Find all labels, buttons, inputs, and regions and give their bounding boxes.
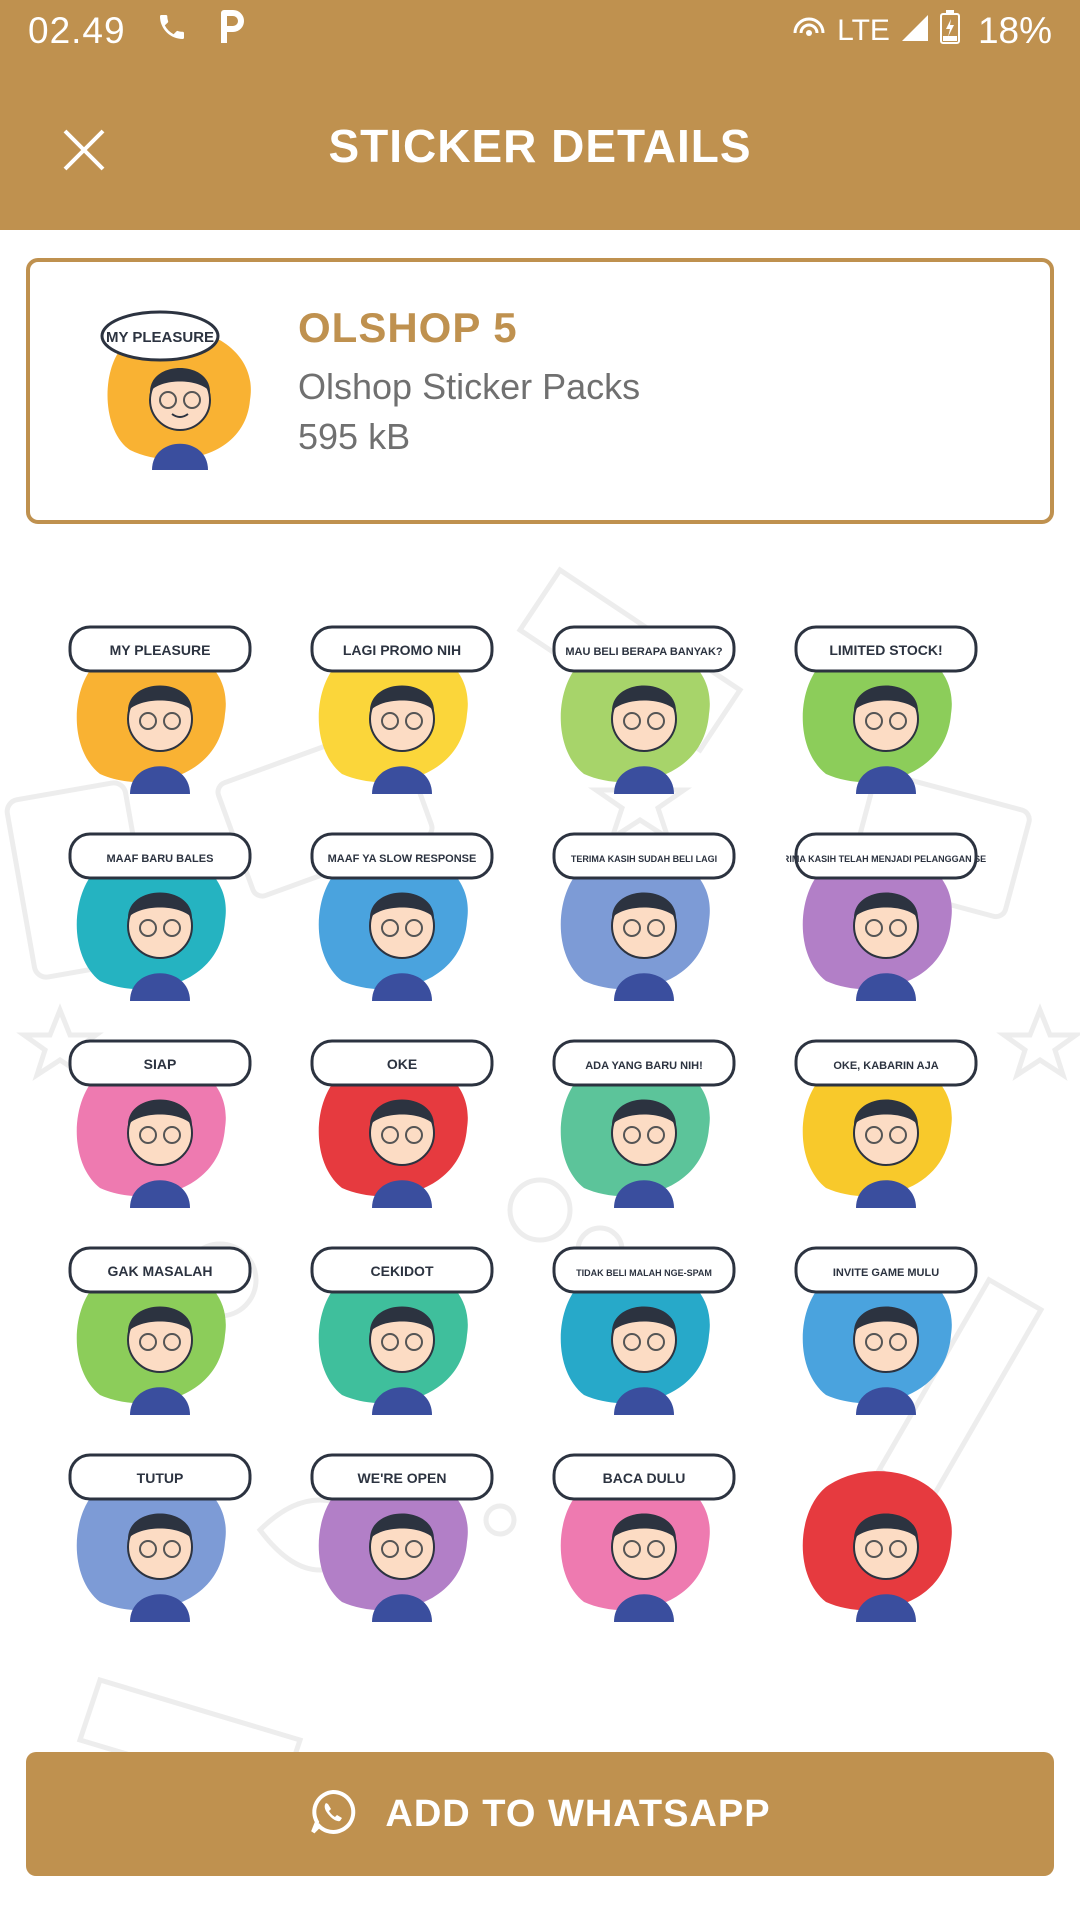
sticker-image: TERIMA KASIH SUDAH BELI LAGI: [552, 832, 736, 1001]
status-time: 02.49: [28, 10, 126, 51]
add-to-whatsapp-button[interactable]: ADD TO WHATSAPP: [26, 1752, 1054, 1876]
pack-size: 595 kB: [298, 416, 411, 457]
sticker-caption: TERIMA KASIH SUDAH BELI LAGI: [571, 854, 717, 864]
sticker-item[interactable]: INVITE GAME MULU: [766, 1225, 1008, 1432]
close-button[interactable]: [54, 120, 114, 180]
sticker-item[interactable]: TUTUP: [40, 1432, 282, 1639]
sticker-item[interactable]: MAAF YA SLOW RESPONSE: [282, 811, 524, 1018]
sticker-caption: OKE, KABARIN AJA: [833, 1060, 938, 1072]
sticker-caption: LAGI PROMO NIH: [343, 642, 461, 658]
app-bar: STICKER DETAILS: [0, 62, 1080, 230]
pack-name: OLSHOP 5: [298, 304, 518, 351]
battery-percent: 18%: [977, 10, 1052, 51]
sticker-caption: WE'RE OPEN: [358, 1470, 447, 1486]
sticker-image: LAGI PROMO NIH: [310, 625, 494, 794]
sticker-caption: OKE: [387, 1056, 417, 1072]
pack-author: Olshop Sticker Packs: [298, 366, 641, 407]
network-type: LTE: [837, 14, 890, 47]
sticker-item[interactable]: BACA DULU: [524, 1432, 766, 1639]
sticker-item[interactable]: SIAP: [40, 1018, 282, 1225]
sticker-image: WE'RE OPEN: [310, 1453, 494, 1622]
sticker-caption: ADA YANG BARU NIH!: [585, 1060, 703, 1072]
sticker-caption: TIDAK BELI MALAH NGE-SPAM: [576, 1268, 712, 1278]
sticker-item[interactable]: MAU BELI BERAPA BANYAK?: [524, 604, 766, 811]
whatsapp-icon: [309, 1788, 357, 1841]
sticker-image: ADA YANG BARU NIH!: [552, 1039, 736, 1208]
page-title: STICKER DETAILS: [328, 120, 752, 172]
sticker-caption: SIAP: [144, 1056, 177, 1072]
top-bar: 02.49 LTE 18% STICKER DETAILS: [0, 0, 1080, 230]
sticker-image: TUTUP: [68, 1453, 252, 1622]
sticker-image: TERIMA KASIH TELAH MENJADI PELANGGAN SET…: [786, 832, 986, 1001]
sticker-image: MAAF YA SLOW RESPONSE: [310, 832, 494, 1001]
sticker-item[interactable]: LIMITED STOCK!: [766, 604, 1008, 811]
sticker-caption: TUTUP: [137, 1470, 184, 1486]
sticker-caption: MAAF BARU BALES: [107, 853, 214, 865]
sticker-item[interactable]: [766, 1432, 1008, 1639]
sticker-image: MAU BELI BERAPA BANYAK?: [552, 625, 736, 794]
sticker-caption: INVITE GAME MULU: [833, 1267, 939, 1279]
sticker-caption: MY PLEASURE: [110, 642, 211, 658]
parking-icon: [216, 9, 246, 54]
sticker-item[interactable]: TIDAK BELI MALAH NGE-SPAM: [524, 1225, 766, 1432]
sticker-caption: MAU BELI BERAPA BANYAK?: [565, 646, 723, 658]
phone-icon: [156, 10, 188, 52]
pack-info-card: MY PLEASURE OLSHOP 5 Olshop Sticker Pack…: [26, 258, 1054, 524]
sticker-item[interactable]: MAAF BARU BALES: [40, 811, 282, 1018]
sticker-item[interactable]: OKE: [282, 1018, 524, 1225]
sticker-caption: LIMITED STOCK!: [829, 642, 942, 658]
sticker-grid: MY PLEASURE LAGI PROMO NIH MAU BELI BERAPA…: [40, 604, 1040, 1639]
sticker-image: OKE, KABARIN AJA: [794, 1039, 978, 1208]
sticker-image: OKE: [310, 1039, 494, 1208]
sticker-image: GAK MASALAH: [68, 1246, 252, 1415]
sticker-image: SIAP: [68, 1039, 252, 1208]
sticker-caption: TERIMA KASIH TELAH MENJADI PELANGGAN SET…: [786, 854, 986, 864]
add-to-whatsapp-label: ADD TO WHATSAPP: [385, 1792, 771, 1835]
sticker-item[interactable]: LAGI PROMO NIH: [282, 604, 524, 811]
battery-icon: [939, 9, 960, 53]
sticker-image: INVITE GAME MULU: [794, 1246, 978, 1415]
sticker-item[interactable]: MY PLEASURE: [40, 604, 282, 811]
close-icon: [63, 129, 105, 171]
sticker-image: TIDAK BELI MALAH NGE-SPAM: [552, 1246, 736, 1415]
sticker-caption: GAK MASALAH: [108, 1263, 213, 1279]
sticker-image: BACA DULU: [552, 1453, 736, 1622]
sticker-image: MAAF BARU BALES: [68, 832, 252, 1001]
sticker-image: CEKIDOT: [310, 1246, 494, 1415]
sticker-item[interactable]: TERIMA KASIH SUDAH BELI LAGI: [524, 811, 766, 1018]
sticker-item[interactable]: GAK MASALAH: [40, 1225, 282, 1432]
sticker-item[interactable]: CEKIDOT: [282, 1225, 524, 1432]
sticker-image: [802, 1471, 952, 1622]
pack-tray-icon: MY PLEASURE: [90, 300, 270, 480]
sticker-caption: MAAF YA SLOW RESPONSE: [328, 853, 477, 865]
sticker-image: MY PLEASURE: [68, 625, 252, 794]
status-bar: 02.49 LTE 18%: [0, 0, 1080, 62]
sticker-image: LIMITED STOCK!: [794, 625, 978, 794]
sticker-item[interactable]: WE'RE OPEN: [282, 1432, 524, 1639]
hotspot-icon: [791, 10, 827, 52]
signal-icon: [900, 10, 930, 52]
pack-tray-caption: MY PLEASURE: [106, 329, 214, 346]
sticker-caption: BACA DULU: [603, 1470, 686, 1486]
sticker-item[interactable]: TERIMA KASIH TELAH MENJADI PELANGGAN SET…: [766, 811, 1008, 1018]
sticker-item[interactable]: ADA YANG BARU NIH!: [524, 1018, 766, 1225]
sticker-item[interactable]: OKE, KABARIN AJA: [766, 1018, 1008, 1225]
sticker-caption: CEKIDOT: [371, 1263, 434, 1279]
